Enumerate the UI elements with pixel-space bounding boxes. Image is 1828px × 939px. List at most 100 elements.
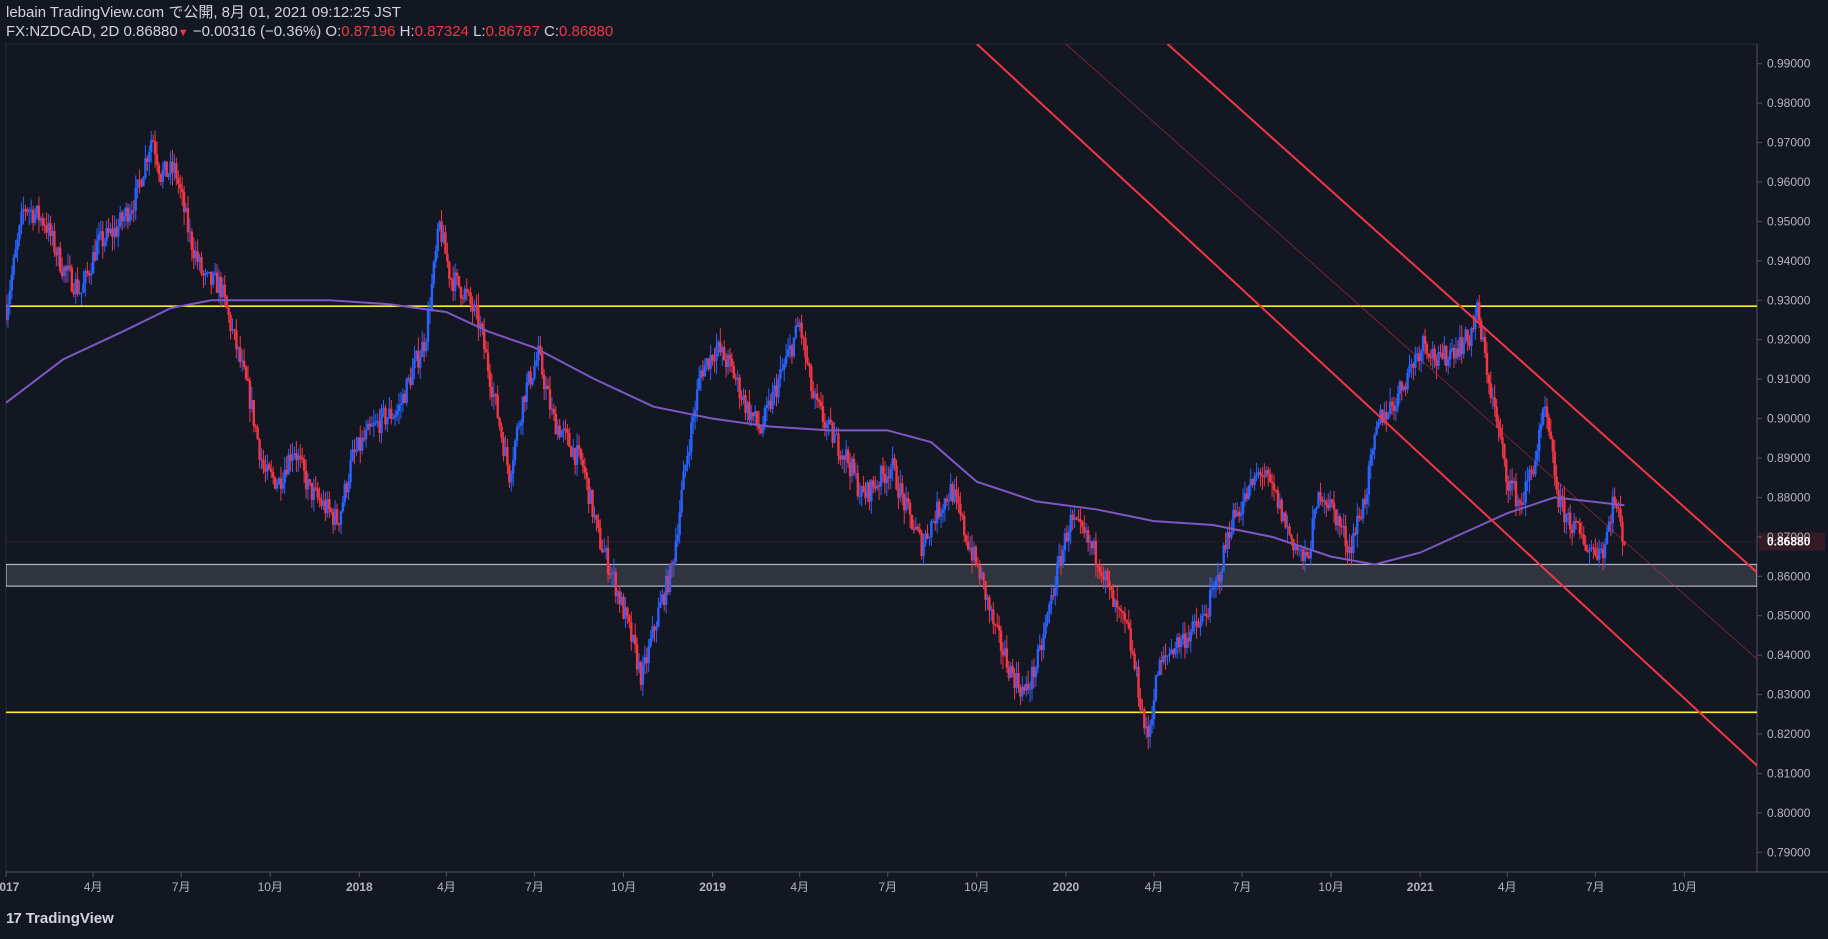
candle-body — [1578, 522, 1582, 534]
candle-body — [959, 503, 962, 515]
candle-body — [1174, 647, 1177, 655]
candle-body — [732, 365, 736, 379]
candle-body — [1098, 566, 1101, 573]
candle-body — [779, 369, 782, 380]
candle-body — [916, 526, 919, 530]
candle-body — [1545, 406, 1549, 418]
candle-body — [1493, 397, 1496, 407]
candle-body — [175, 163, 178, 179]
candle-body — [500, 426, 503, 438]
candle-body — [223, 284, 226, 297]
candle-body — [275, 484, 279, 489]
candle-body — [1050, 595, 1053, 604]
candle-body — [930, 521, 933, 538]
candle-body — [872, 480, 875, 487]
candle-body — [128, 214, 132, 222]
candle-body — [1619, 508, 1622, 522]
candle-body — [858, 495, 861, 497]
candle-body — [808, 363, 811, 367]
candle-body — [777, 379, 780, 398]
candle-body — [1588, 549, 1591, 552]
candle-body — [1137, 666, 1140, 699]
candle-body — [846, 449, 850, 463]
candle-body — [941, 509, 945, 513]
price-tick-label: 0.95000 — [1767, 214, 1811, 228]
candle-body — [1266, 470, 1270, 475]
candle-body — [1148, 724, 1152, 737]
candle-body — [494, 393, 497, 395]
candle-body — [291, 454, 294, 462]
candle-body — [1605, 531, 1609, 544]
candle-body — [82, 283, 85, 293]
candle-body — [1539, 424, 1543, 430]
candle-body — [1425, 343, 1429, 354]
candle-body — [1313, 509, 1316, 519]
candle-body — [676, 535, 679, 542]
candle-body — [560, 431, 563, 438]
candle-body — [1319, 492, 1322, 500]
candle-body — [347, 481, 350, 493]
candle-body — [856, 473, 859, 497]
candle-body — [992, 609, 995, 625]
candle-body — [955, 489, 958, 497]
candle-body — [1247, 485, 1251, 499]
candle-body — [76, 279, 79, 294]
price-tick-label: 0.88000 — [1767, 490, 1811, 504]
candle-body — [804, 337, 807, 358]
candle-body — [262, 459, 265, 469]
candle-body — [1108, 580, 1111, 587]
candle-body — [597, 519, 600, 529]
price-tick-label: 0.85000 — [1767, 609, 1811, 623]
candle-body — [763, 408, 767, 427]
price-tick-label: 0.81000 — [1767, 766, 1811, 780]
candle-body — [1478, 302, 1481, 321]
candle-body — [901, 483, 904, 495]
candle-body — [535, 360, 538, 366]
candle-body — [1212, 587, 1216, 589]
candle-body — [20, 211, 23, 226]
candle-body — [386, 417, 389, 425]
candle-body — [1551, 439, 1554, 452]
candle-body — [8, 290, 12, 305]
candle-body — [498, 417, 501, 427]
candle-body — [1268, 474, 1272, 482]
candle-body — [606, 548, 610, 575]
candle-body — [59, 247, 62, 272]
candle-body — [190, 231, 194, 250]
candle-body — [239, 347, 242, 362]
candle-body — [148, 151, 151, 162]
candle-body — [531, 378, 534, 385]
candle-body — [893, 458, 896, 466]
candle-body — [1586, 550, 1589, 552]
candle-body — [761, 426, 765, 434]
candle-body — [786, 349, 790, 357]
candle-body — [1131, 650, 1134, 654]
candle-body — [1311, 518, 1314, 550]
candle-body — [1483, 337, 1487, 353]
candle-body — [1369, 454, 1372, 466]
candle-body — [668, 563, 672, 593]
candle-body — [28, 211, 31, 213]
candle-body — [97, 234, 101, 241]
time-tick-label: 4月 — [437, 880, 456, 894]
candle-body — [177, 178, 180, 184]
candle-body — [837, 433, 840, 456]
candle-body — [1549, 431, 1553, 440]
candle-body — [1201, 615, 1204, 622]
candle-body — [1106, 571, 1109, 581]
candle-body — [513, 440, 517, 461]
candle-body — [552, 408, 556, 414]
candle-body — [484, 348, 488, 353]
candle-body — [1094, 540, 1098, 565]
price-chart[interactable]: 0.99000 0.98000 0.97000 0.96000 0.95000 0.940… — [0, 0, 1828, 905]
tradingview-brand[interactable]: 17 TradingView — [6, 910, 114, 927]
candle-body — [657, 607, 660, 627]
candle-body — [1189, 631, 1192, 642]
candle-body — [1296, 546, 1299, 550]
candle-body — [1394, 406, 1398, 412]
candle-body — [1572, 520, 1576, 534]
candle-body — [1315, 507, 1318, 510]
candle-body — [852, 458, 856, 474]
candle-body — [999, 630, 1003, 651]
candle-body — [256, 427, 259, 440]
